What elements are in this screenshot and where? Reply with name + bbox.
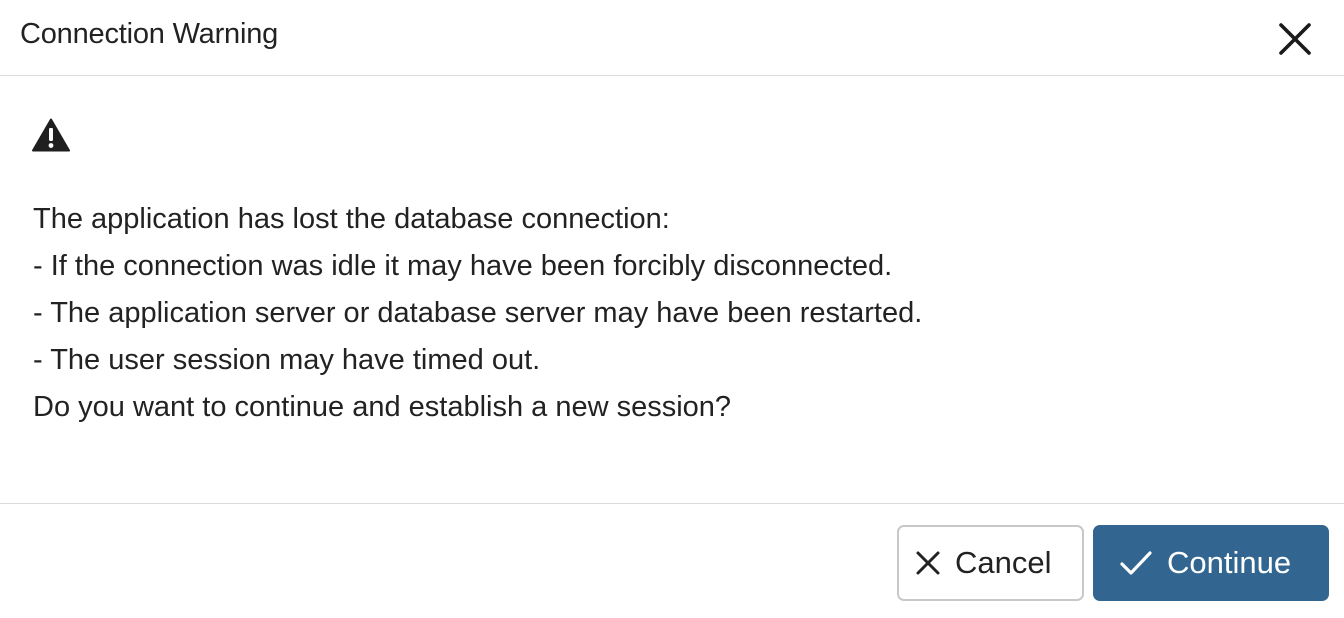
checkmark-icon [1119, 550, 1153, 576]
warning-triangle-icon [32, 118, 70, 152]
message-line: - The user session may have timed out. [33, 344, 541, 376]
dialog-title: Connection Warning [20, 18, 279, 50]
close-icon [915, 550, 941, 576]
continue-button[interactable]: Continue [1093, 525, 1329, 601]
dialog-header: Connection Warning [0, 0, 1344, 76]
message-line: - The application server or database ser… [33, 297, 923, 329]
message-line: - If the connection was idle it may have… [33, 250, 893, 282]
cancel-button[interactable]: Cancel [897, 525, 1084, 601]
close-icon [1279, 23, 1311, 55]
dialog-footer: Cancel Continue [0, 504, 1344, 618]
cancel-button-label: Cancel [955, 545, 1052, 580]
warning-message: The application has lost the database co… [33, 196, 922, 431]
message-line: The application has lost the database co… [33, 203, 670, 235]
continue-button-label: Continue [1167, 545, 1292, 580]
message-line: Do you want to continue and establish a … [33, 391, 732, 423]
close-button[interactable] [1268, 12, 1322, 66]
dialog-body: The application has lost the database co… [0, 76, 1344, 504]
connection-warning-dialog: Connection Warning The application has l… [0, 0, 1344, 618]
